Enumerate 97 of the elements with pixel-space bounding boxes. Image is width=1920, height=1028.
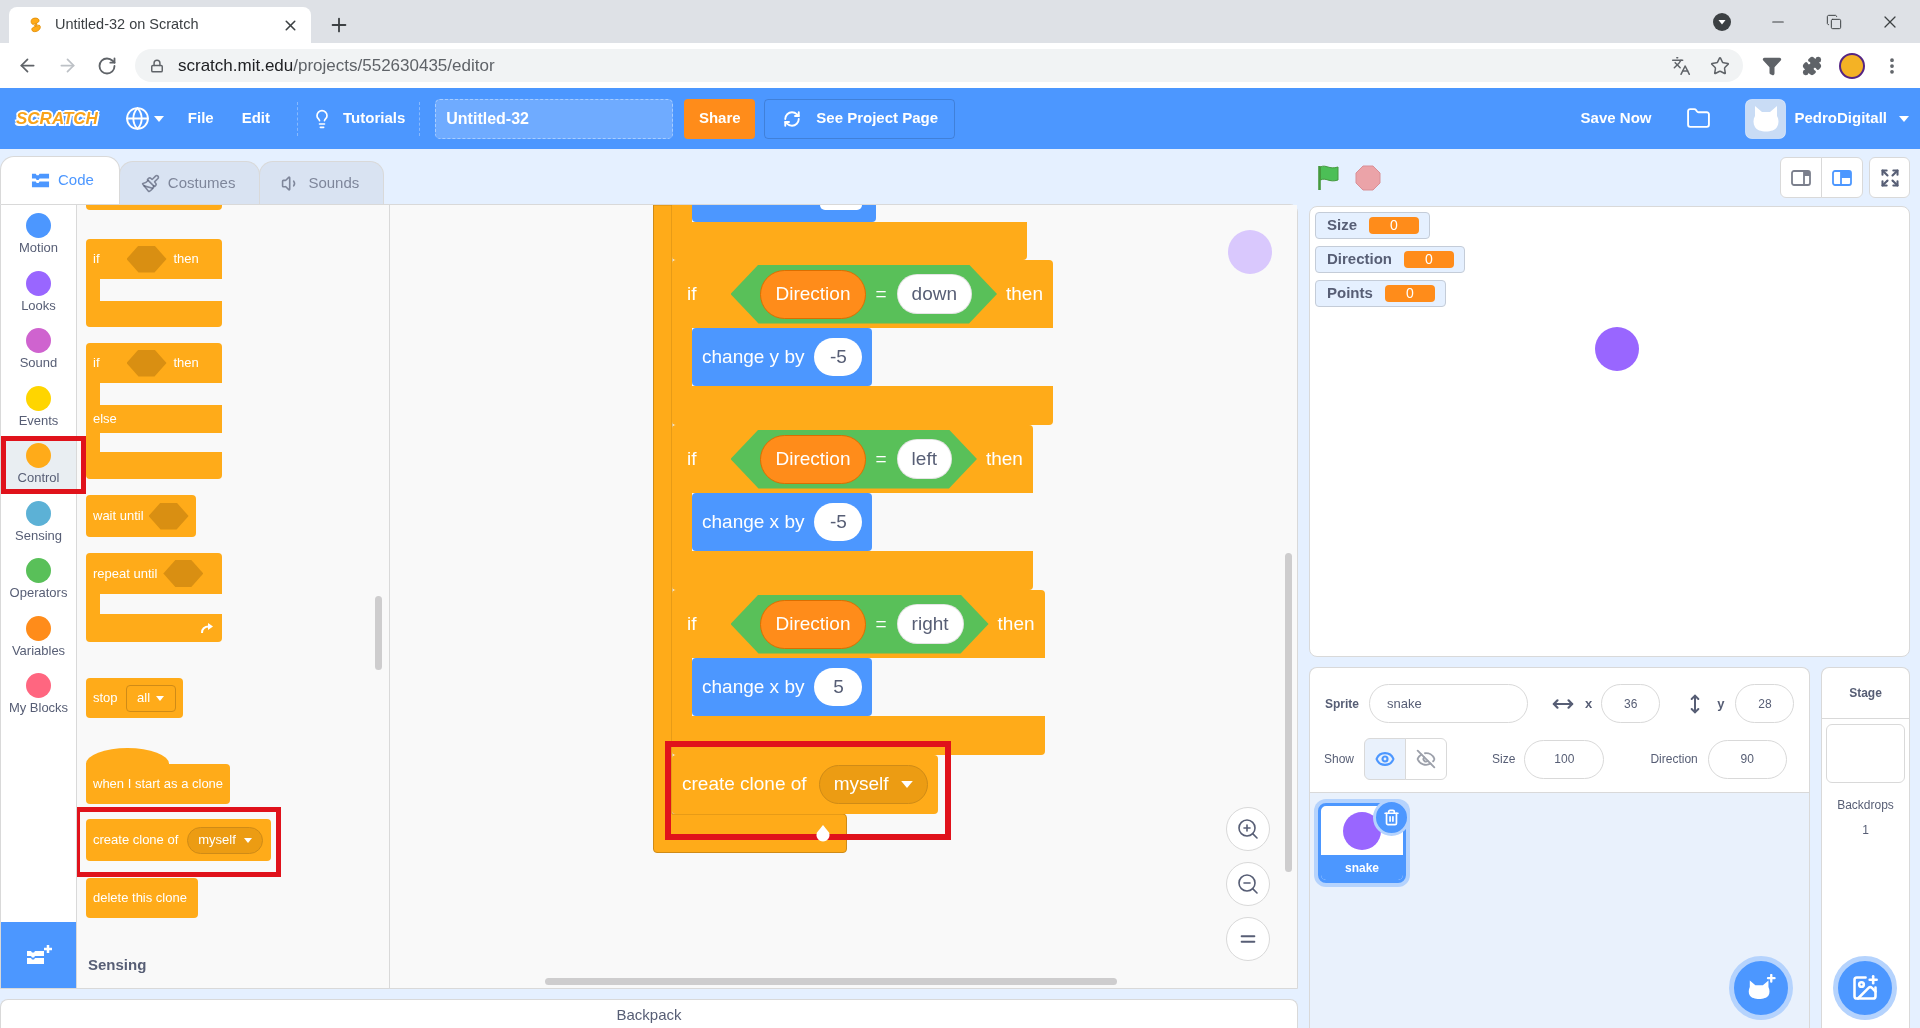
small-stage-icon [1790,167,1812,188]
stop-icon[interactable] [1355,164,1381,191]
caret-icon [156,695,165,701]
caret-icon [1899,115,1909,122]
backdrops-label: Backdrops [1837,798,1894,812]
add-extension-icon [24,944,53,966]
category-item[interactable]: Sensing [1,493,76,551]
caret-icon [900,781,913,788]
motion-block[interactable] [692,205,876,222]
monitor-value: 0 [1404,251,1454,268]
value-field[interactable]: left [896,439,952,479]
stage-label: Stage [1849,685,1882,702]
scrollbar[interactable] [375,596,382,670]
monitor-label: Points [1327,283,1373,304]
c-block[interactable] [672,205,1027,260]
field-label: x [1585,694,1593,713]
reload-icon[interactable] [97,55,117,76]
field-label: Sprite [1325,695,1359,713]
zoom-in-button[interactable] [1226,807,1270,851]
field-label: Direction [1650,751,1698,768]
category-item[interactable]: Events [1,378,76,436]
stage-size-button[interactable] [1821,157,1863,198]
fullscreen-button[interactable] [1869,157,1910,198]
category-item[interactable]: Looks [1,263,76,321]
monitor-label: Size [1327,215,1357,236]
address-bar[interactable]: scratch.mit.edu/projects/552630435/editor [135,49,1743,82]
image-plus-icon [1851,974,1879,1002]
trash-icon [1383,809,1400,826]
show-button[interactable] [1364,738,1407,780]
category-item[interactable]: Operators [1,551,76,609]
palette-heading: Sensing [88,955,147,975]
value-field[interactable]: right [896,604,964,644]
if-block[interactable]: if Direction = right then change x by 5 [672,590,1045,755]
caret-icon [243,837,252,843]
large-stage-icon [1831,167,1853,188]
condition-block[interactable]: Direction = down [730,264,997,324]
lock-icon [150,58,164,73]
if-block[interactable]: if Direction = down then change y by -5 [672,260,1053,425]
delete-sprite-button[interactable] [1373,799,1410,836]
arrow-icon [814,825,832,842]
field-label: Show [1324,751,1355,768]
hide-button[interactable] [1405,738,1448,780]
refresh-arrows-icon [783,109,802,128]
add-extension-button[interactable] [1,922,76,988]
restore-icon[interactable] [1826,13,1842,30]
backdrop-count: 1 [1862,823,1869,837]
dropdown-circle-icon[interactable] [1713,12,1731,31]
backpack-bar[interactable]: Backpack [0,999,1298,1028]
zoom-out-button[interactable] [1226,862,1270,906]
value-field[interactable] [820,205,862,210]
paintbrush-icon [140,173,160,193]
value-field[interactable]: -5 [814,503,863,541]
funnel-icon[interactable] [1762,55,1782,76]
scrollbar[interactable] [1285,553,1292,872]
value-field[interactable]: down [896,274,972,314]
translate-icon[interactable] [1671,55,1691,76]
motion-block[interactable]: change x by 5 [692,658,873,716]
motion-block[interactable]: change x by -5 [692,493,873,551]
cat-plus-icon [1746,974,1776,1002]
profile-avatar-icon[interactable] [1839,52,1865,79]
category-item[interactable]: Variables [1,608,76,666]
favicon-icon [28,17,44,33]
value-field[interactable]: -5 [814,338,863,376]
reset-zoom-button[interactable] [1226,917,1270,961]
folder-icon[interactable] [1686,106,1712,131]
category-item[interactable]: Sound [1,321,76,379]
scrollbar[interactable] [545,978,1117,985]
loop-arrow-icon [200,622,214,634]
value-field[interactable]: 5 [814,668,863,706]
puzzle-icon[interactable] [1802,55,1822,76]
backdrop-thumbnail[interactable] [1826,724,1905,783]
sprite-preview-icon [1228,230,1272,274]
monitor-value: 0 [1384,285,1435,302]
if-block[interactable]: if Direction = left then change x by -5 [672,425,1033,590]
sprite-thumbnail [1343,811,1381,850]
field-label: Size [1492,751,1516,768]
motion-block[interactable]: change y by -5 [692,328,873,386]
zoom-out-icon [1236,872,1260,896]
blocks-icon [31,171,50,190]
category-item[interactable]: My Blocks [1,666,76,724]
bookmark-star-icon[interactable] [1710,55,1730,76]
category-item[interactable]: Motion [1,206,76,264]
monitor-value: 0 [1369,217,1419,234]
eye-off-icon [1416,749,1437,769]
fullscreen-icon [1879,167,1900,188]
cat-avatar-icon [1745,98,1787,139]
browser-tab[interactable]: Untitled-32 on Scratch [9,7,311,43]
monitor-label: Direction [1327,249,1392,270]
stage-size-button[interactable] [1780,157,1822,198]
caret-icon [153,115,164,122]
flag-icon[interactable] [1316,164,1340,191]
eye-icon [1375,749,1396,769]
field-label: y [1717,694,1725,713]
condition-block[interactable]: Direction = right [730,594,989,654]
zoom-in-icon [1236,817,1260,841]
globe-icon [124,106,150,131]
condition-block[interactable]: Direction = left [730,429,977,489]
